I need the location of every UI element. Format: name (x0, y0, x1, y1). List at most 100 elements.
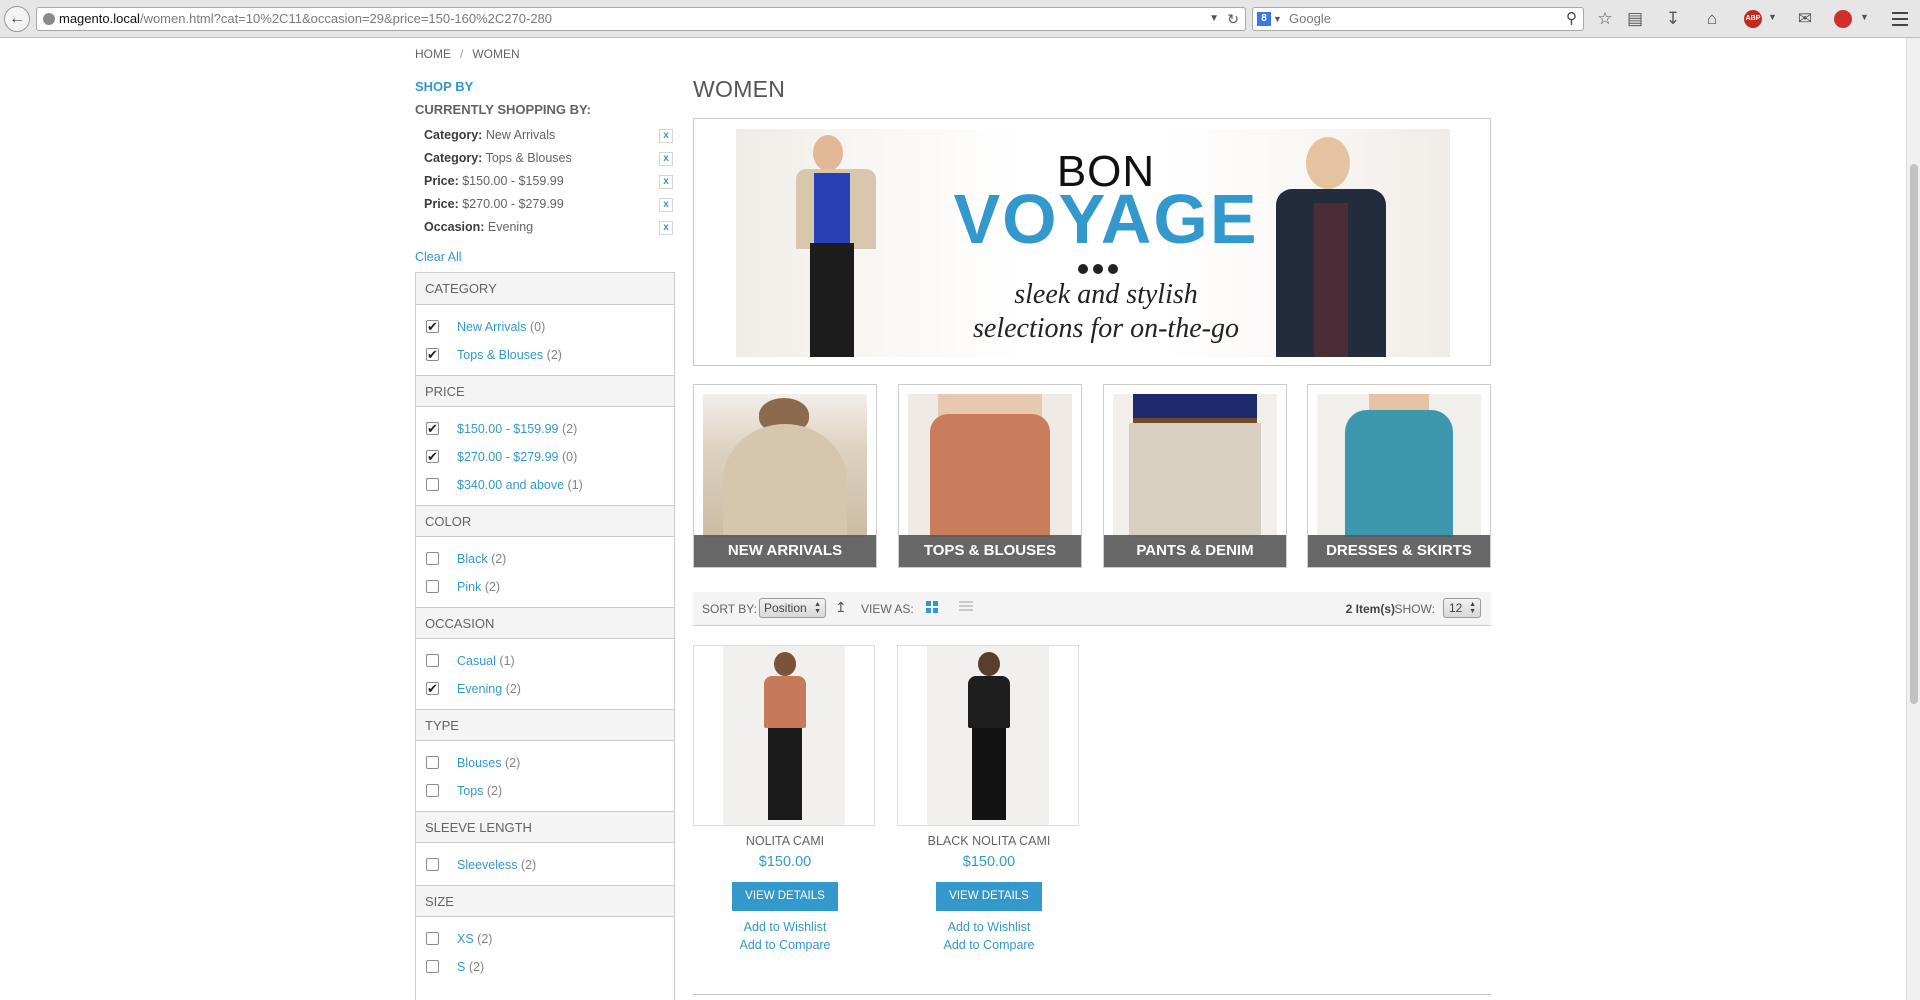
address-bar[interactable]: magento.local/women.html?cat=10%2C11&occ… (36, 7, 1246, 31)
checkbox[interactable]: ✔ (426, 348, 439, 361)
checkbox[interactable]: ✔ (426, 450, 439, 463)
remove-filter-button[interactable]: x (659, 221, 673, 235)
category-tile-dresses-skirts[interactable]: DRESSES & SKIRTS (1307, 384, 1491, 568)
scroll-thumb[interactable] (1910, 164, 1918, 704)
grid-view-icon[interactable] (926, 601, 938, 613)
filter-option-label[interactable]: Blouses (457, 756, 501, 770)
extension-menu-icon[interactable]: ▼ (1860, 12, 1869, 22)
adblock-menu-icon[interactable]: ▼ (1768, 12, 1777, 22)
bookmarks-icon[interactable]: ▤ (1624, 8, 1646, 30)
filter-option[interactable]: ✔ Evening (2) (416, 675, 674, 703)
filter-option-label[interactable]: Evening (457, 682, 502, 696)
filter-group-title[interactable]: SLEEVE LENGTH (416, 811, 674, 843)
filter-option[interactable]: ✔ Tops & Blouses (2) (416, 341, 674, 369)
filter-option-label[interactable]: Black (457, 552, 488, 566)
filter-group-title[interactable]: OCCASION (416, 607, 674, 639)
checkbox[interactable] (426, 960, 439, 973)
checkbox[interactable]: ✔ (426, 682, 439, 695)
home-icon[interactable]: ⌂ (1701, 8, 1723, 30)
add-to-compare-link[interactable]: Add to Compare (693, 938, 877, 952)
back-arrow-icon[interactable]: ← (4, 6, 30, 32)
checkbox[interactable]: ✔ (426, 320, 439, 333)
filter-option[interactable]: ✔ $270.00 - $279.99 (0) (416, 443, 674, 471)
product-image[interactable] (693, 645, 875, 826)
mail-icon[interactable]: ✉ (1794, 8, 1816, 30)
add-to-wishlist-link[interactable]: Add to Wishlist (693, 920, 877, 934)
product-image[interactable] (897, 645, 1079, 826)
clear-all-link[interactable]: Clear All (415, 250, 462, 264)
list-view-icon[interactable] (959, 601, 973, 613)
product-name[interactable]: NOLITA CAMI (693, 834, 877, 848)
adblock-icon[interactable]: ABP (1744, 10, 1762, 28)
filter-option[interactable]: Sleeveless (2) (416, 851, 674, 879)
category-tile-tops-blouses[interactable]: TOPS & BLOUSES (898, 384, 1082, 568)
filter-option[interactable]: ✔ New Arrivals (0) (416, 313, 674, 341)
filter-option[interactable]: Casual (1) (416, 647, 674, 675)
filter-option-label[interactable]: Tops & Blouses (457, 348, 543, 362)
globe-icon (43, 13, 55, 25)
filter-option-label[interactable]: $270.00 - $279.99 (457, 450, 558, 464)
add-to-compare-link[interactable]: Add to Compare (897, 938, 1081, 952)
checkbox[interactable] (426, 552, 439, 565)
filter-option[interactable]: Tops (2) (416, 777, 674, 805)
remove-filter-button[interactable]: x (659, 129, 673, 143)
category-tile-pants-denim[interactable]: PANTS & DENIM (1103, 384, 1287, 568)
category-tile-new-arrivals[interactable]: NEW ARRIVALS (693, 384, 877, 568)
star-icon[interactable]: ☆ (1594, 8, 1616, 30)
hero-banner[interactable]: BON VOYAGE sleek and stylish selections … (693, 118, 1491, 366)
view-details-button[interactable]: VIEW DETAILS (732, 882, 838, 911)
sort-by-select[interactable]: Position ▲ ▼ (759, 598, 826, 618)
reload-icon[interactable]: ↻ (1227, 8, 1239, 30)
add-to-wishlist-link[interactable]: Add to Wishlist (897, 920, 1081, 934)
checkbox[interactable] (426, 784, 439, 797)
filter-group-title[interactable]: PRICE (416, 375, 674, 407)
checkbox[interactable] (426, 580, 439, 593)
filter-option[interactable]: XS (2) (416, 925, 674, 953)
download-icon[interactable]: ↧ (1662, 8, 1684, 30)
remove-filter-button[interactable]: x (659, 198, 673, 212)
url-dropdown-icon[interactable]: ▼ (1209, 8, 1219, 30)
filter-option[interactable]: S (2) (416, 953, 674, 981)
active-filter: Occasion: Evening x (415, 216, 673, 239)
filter-option-label[interactable]: S (457, 960, 465, 974)
filter-option[interactable]: Pink (2) (416, 573, 674, 601)
filter-option-label[interactable]: Tops (457, 784, 483, 798)
menu-icon[interactable] (1888, 8, 1912, 30)
filter-group-title[interactable]: TYPE (416, 709, 674, 741)
filter-option[interactable]: Blouses (2) (416, 749, 674, 777)
filter-group-title[interactable]: SIZE (416, 885, 674, 917)
remove-filter-button[interactable]: x (659, 152, 673, 166)
search-engine-icon[interactable]: 8 (1257, 12, 1271, 26)
search-bar[interactable]: 8 ▼ Google ⚲ (1252, 7, 1584, 31)
breadcrumb-home[interactable]: HOME (415, 47, 451, 61)
extension-icon[interactable] (1834, 10, 1852, 28)
view-details-button[interactable]: VIEW DETAILS (936, 882, 1042, 911)
checkbox[interactable]: ✔ (426, 422, 439, 435)
filter-option-label[interactable]: $340.00 and above (457, 478, 564, 492)
filter-option-label[interactable]: New Arrivals (457, 320, 526, 334)
filter-option-label[interactable]: $150.00 - $159.99 (457, 422, 558, 436)
page-scrollbar[interactable] (1906, 38, 1920, 1000)
engine-dropdown-icon[interactable]: ▼ (1273, 8, 1282, 30)
checkbox[interactable] (426, 858, 439, 871)
filter-option[interactable]: Black (2) (416, 545, 674, 573)
filter-group-options: Casual (1) ✔ Evening (2) (416, 639, 674, 709)
checkbox[interactable] (426, 478, 439, 491)
filter-option[interactable]: $340.00 and above (1) (416, 471, 674, 499)
product-name[interactable]: BLACK NOLITA CAMI (897, 834, 1081, 848)
filter-group-title[interactable]: CATEGORY (416, 273, 674, 305)
show-limit-select[interactable]: 12 ▲ ▼ (1443, 598, 1481, 618)
filter-option-label[interactable]: XS (457, 932, 474, 946)
checkbox[interactable] (426, 932, 439, 945)
active-filter: Price: $270.00 - $279.99 x (415, 193, 673, 216)
filter-group-title[interactable]: COLOR (416, 505, 674, 537)
remove-filter-button[interactable]: x (659, 175, 673, 189)
checkbox[interactable] (426, 654, 439, 667)
filter-option-label[interactable]: Sleeveless (457, 858, 517, 872)
search-icon[interactable]: ⚲ (1566, 8, 1577, 30)
filter-option-label[interactable]: Pink (457, 580, 481, 594)
sort-direction-icon[interactable]: ↥ (835, 599, 847, 616)
filter-option[interactable]: ✔ $150.00 - $159.99 (2) (416, 415, 674, 443)
filter-option-label[interactable]: Casual (457, 654, 496, 668)
checkbox[interactable] (426, 756, 439, 769)
